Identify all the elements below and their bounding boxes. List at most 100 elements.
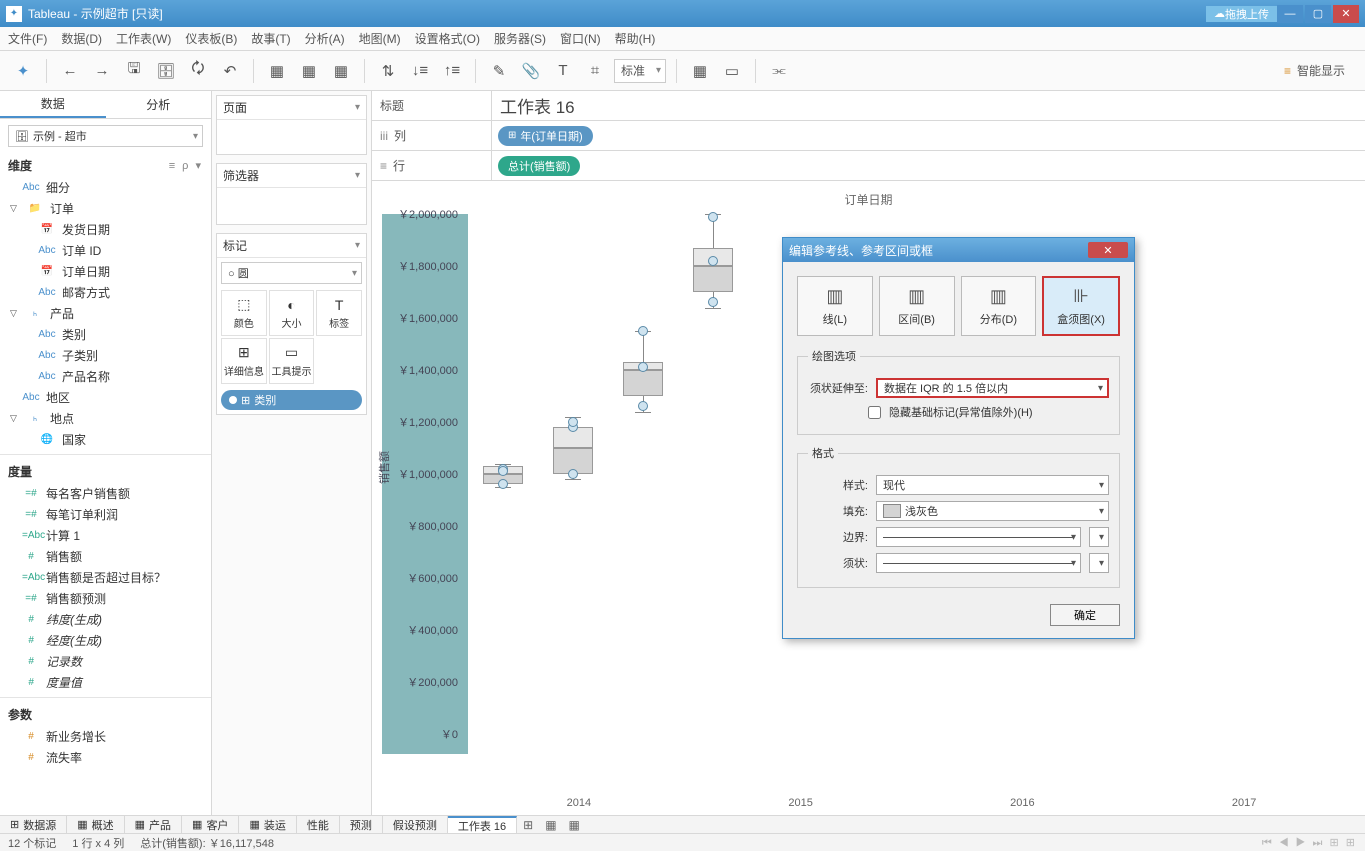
menu-item[interactable]: 故事(T)	[251, 30, 290, 47]
dimension-field[interactable]: Abc邮寄方式	[0, 282, 211, 303]
sort-asc-button[interactable]: ↓≡	[407, 58, 433, 84]
dimension-field[interactable]: ▽📁订单	[0, 198, 211, 219]
menu-item[interactable]: 帮助(H)	[615, 30, 656, 47]
mark-颜色[interactable]: ⬚颜色	[221, 290, 267, 336]
duplicate-button[interactable]: ▦	[296, 58, 322, 84]
measure-field[interactable]: =Abc销售额是否超过目标？	[0, 567, 211, 588]
mark-type-select[interactable]: ○ 圆	[221, 262, 362, 284]
dimension-field[interactable]: ▽ₕ地点	[0, 408, 211, 429]
new-sheet-button[interactable]: ⊞	[517, 818, 539, 832]
sheet-tab[interactable]: ▦概述	[67, 816, 124, 833]
dialog-close-button[interactable]: ✕	[1088, 242, 1128, 258]
dimension-field[interactable]: Abc订单 ID	[0, 240, 211, 261]
dimension-field[interactable]: Abc地区	[0, 387, 211, 408]
measure-field[interactable]: #经度(生成)	[0, 630, 211, 651]
measure-field[interactable]: =#每名客户销售额	[0, 483, 211, 504]
parameter-field[interactable]: #新业务增长	[0, 726, 211, 747]
sheet-tab[interactable]: ▦客户	[182, 816, 239, 833]
menu-item[interactable]: 设置格式(O)	[415, 30, 480, 47]
measure-field[interactable]: #度量值	[0, 672, 211, 693]
whisker-color-select[interactable]	[1089, 553, 1109, 573]
border-select[interactable]	[876, 527, 1081, 547]
new-sheet-button[interactable]: ▦	[539, 818, 562, 832]
fit-dropdown[interactable]: 标准	[614, 59, 666, 83]
menu-item[interactable]: 服务器(S)	[494, 30, 546, 47]
pages-card[interactable]: 页面▾	[216, 95, 367, 155]
refresh-button[interactable]: 🗘	[185, 58, 211, 84]
dialog-tab[interactable]: ▥分布(D)	[961, 276, 1037, 336]
sheet-tab[interactable]: ▦装运	[239, 816, 296, 833]
menu-item[interactable]: 数据(D)	[61, 30, 102, 47]
whisker-line-select[interactable]	[876, 553, 1081, 573]
measure-field[interactable]: #纬度(生成)	[0, 609, 211, 630]
rows-pill[interactable]: 总计(销售额)	[498, 156, 580, 176]
upload-button[interactable]: ☁ 拖拽上传	[1206, 6, 1277, 22]
sheet-tab[interactable]: ▦产品	[125, 816, 182, 833]
guide-button[interactable]: ⌗	[582, 58, 608, 84]
minimize-button[interactable]: —	[1277, 5, 1303, 23]
new-worksheet-button[interactable]: ▦	[264, 58, 290, 84]
parameter-field[interactable]: #流失率	[0, 747, 211, 768]
tab-analytics[interactable]: 分析	[106, 91, 212, 118]
sort-desc-button[interactable]: ↑≡	[439, 58, 465, 84]
measure-field[interactable]: #记录数	[0, 651, 211, 672]
style-select[interactable]: 现代	[876, 475, 1109, 495]
highlight-button[interactable]: ✎	[486, 58, 512, 84]
undo-button[interactable]: ↶	[217, 58, 243, 84]
hide-marks-checkbox[interactable]	[868, 406, 881, 419]
dashboard-button[interactable]: ▦	[687, 58, 713, 84]
text-button[interactable]: T	[550, 58, 576, 84]
menu-item[interactable]: 地图(M)	[359, 30, 401, 47]
mark-工具提示[interactable]: ▭工具提示	[269, 338, 315, 384]
sheet-tab[interactable]: 假设预测	[383, 816, 448, 833]
menu-item[interactable]: 仪表板(B)	[185, 30, 237, 47]
filters-card[interactable]: 筛选器▾	[216, 163, 367, 225]
columns-shelf[interactable]: ⊞年(订单日期)	[492, 121, 1365, 150]
color-pill[interactable]: ⊞ 类别	[221, 390, 362, 410]
dimension-field[interactable]: Abc细分	[0, 177, 211, 198]
save-button[interactable]: 🖫	[121, 58, 147, 84]
clear-button[interactable]: ▦	[328, 58, 354, 84]
measure-field[interactable]: =#销售额预测	[0, 588, 211, 609]
measure-field[interactable]: =Abc计算 1	[0, 525, 211, 546]
mark-详细信息[interactable]: ⊞详细信息	[221, 338, 267, 384]
dimension-field[interactable]: Abc类别	[0, 324, 211, 345]
tab-data[interactable]: 数据	[0, 91, 106, 118]
menu-item[interactable]: 文件(F)	[8, 30, 47, 47]
columns-pill[interactable]: ⊞年(订单日期)	[498, 126, 593, 146]
dimensions-options-icon[interactable]: ≡ ρ ▾	[169, 159, 203, 172]
share-button[interactable]: ⫘	[766, 58, 792, 84]
dialog-tab[interactable]: ▥区间(B)	[879, 276, 955, 336]
mark-标签[interactable]: T标签	[316, 290, 362, 336]
mark-大小[interactable]: ◐大小	[269, 290, 315, 336]
dimension-field[interactable]: 📅订单日期	[0, 261, 211, 282]
dimension-field[interactable]: ▽ₕ产品	[0, 303, 211, 324]
rows-shelf[interactable]: 总计(销售额)	[492, 151, 1365, 180]
close-button[interactable]: ✕	[1333, 5, 1359, 23]
menu-item[interactable]: 分析(A)	[305, 30, 345, 47]
dialog-tab[interactable]: ⊪盒须图(X)	[1042, 276, 1120, 336]
sheet-tab[interactable]: ⊞数据源	[0, 816, 67, 833]
status-nav[interactable]: ⏮ ◀ ▶ ⏭ ⊞ ⊞	[1262, 836, 1357, 850]
tableau-logo-icon[interactable]: ✦	[10, 58, 36, 84]
dimension-field[interactable]: 🌐国家	[0, 429, 211, 450]
back-button[interactable]: ←	[57, 58, 83, 84]
menu-item[interactable]: 工作表(W)	[116, 30, 171, 47]
attach-button[interactable]: 📎	[518, 58, 544, 84]
measure-field[interactable]: =#每笔订单利润	[0, 504, 211, 525]
dialog-tab[interactable]: ▥线(L)	[797, 276, 873, 336]
sheet-tab[interactable]: 工作表 16	[448, 816, 517, 833]
dimension-field[interactable]: 📅发货日期	[0, 219, 211, 240]
worksheet-title[interactable]: 工作表 16	[492, 91, 1365, 120]
swap-button[interactable]: ⇅	[375, 58, 401, 84]
maximize-button[interactable]: ▢	[1305, 5, 1331, 23]
whisker-select[interactable]: 数据在 IQR 的 1.5 倍以内	[876, 378, 1109, 398]
datasource-button[interactable]: 🗄	[153, 58, 179, 84]
fill-select[interactable]: 浅灰色	[876, 501, 1109, 521]
sheet-tab[interactable]: 预测	[340, 816, 383, 833]
ok-button[interactable]: 确定	[1050, 604, 1120, 626]
show-me-button[interactable]: ≡ 智能显示	[1274, 62, 1355, 79]
forward-button[interactable]: →	[89, 58, 115, 84]
new-sheet-button[interactable]: ▦	[563, 818, 586, 832]
sheet-tab[interactable]: 性能	[297, 816, 340, 833]
